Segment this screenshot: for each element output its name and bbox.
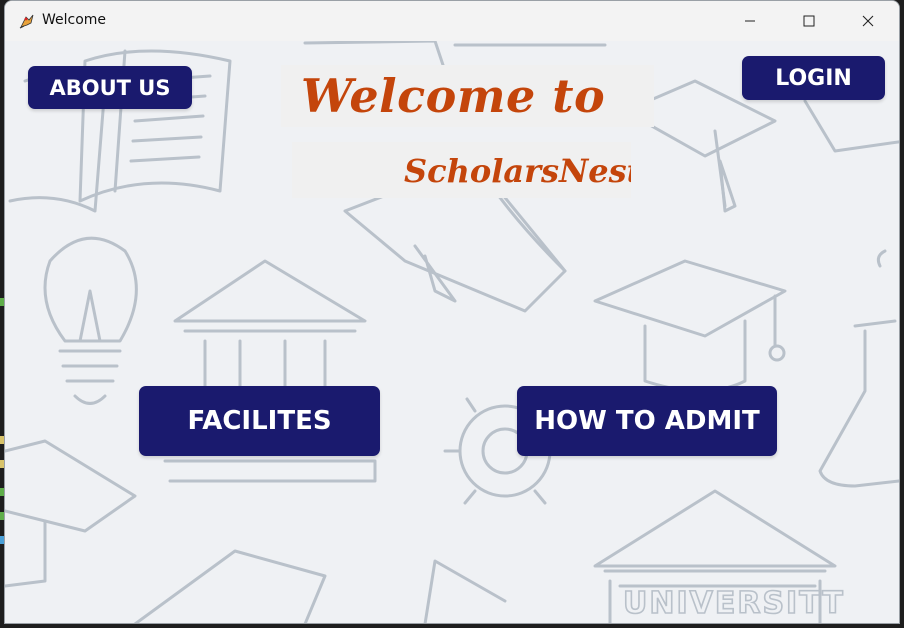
mortarboard-doodle — [593, 259, 787, 393]
graduation-cap-doodle — [623, 79, 899, 213]
minimize-button[interactable] — [721, 1, 779, 41]
welcome-banner: Welcome to — [281, 65, 654, 127]
brand-banner: ScholarsNest — [292, 142, 631, 198]
close-button[interactable] — [839, 1, 897, 41]
minimize-icon — [745, 20, 755, 22]
welcome-panel: UNIVERSITT Welcome to ScholarsNest ABOUT… — [5, 41, 899, 623]
about-us-button[interactable]: ABOUT US — [28, 66, 192, 109]
login-button[interactable]: LOGIN — [742, 56, 885, 100]
close-icon — [862, 15, 874, 27]
light-bulb-doodle — [43, 236, 138, 405]
education-doodle-background: UNIVERSITT — [5, 41, 899, 623]
app-window: Welcome UNIVERSITT Welcome to ScholarsNe… — [4, 0, 900, 624]
flask-doodle — [818, 249, 899, 488]
welcome-heading: Welcome to — [301, 69, 606, 123]
maximize-icon — [803, 15, 815, 27]
how-to-admit-button[interactable]: HOW TO ADMIT — [517, 386, 777, 456]
window-title: Welcome — [42, 12, 107, 28]
maximize-button[interactable] — [780, 1, 838, 41]
title-bar[interactable]: Welcome — [5, 1, 899, 42]
java-duke-icon — [19, 14, 34, 29]
university-sign-text: UNIVERSITT — [623, 586, 845, 621]
bottom-cap-doodle — [5, 439, 137, 588]
facilities-button[interactable]: FACILITES — [139, 386, 380, 456]
brand-name: ScholarsNest — [404, 152, 631, 190]
